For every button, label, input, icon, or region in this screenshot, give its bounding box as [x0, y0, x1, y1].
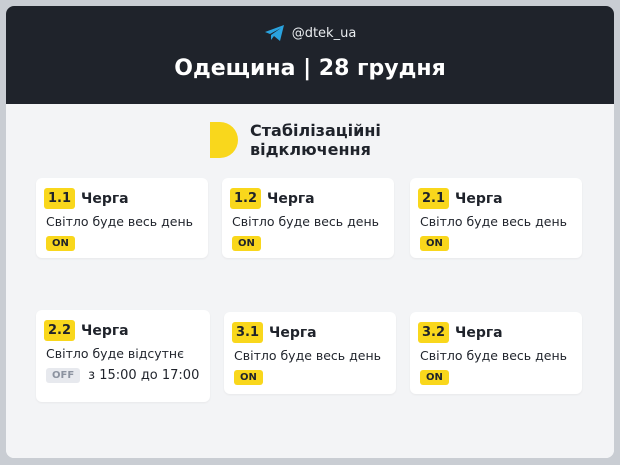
status-badge: ON	[232, 236, 261, 251]
queue-label: Черга	[455, 324, 503, 341]
header: @dtek_ua Одещина | 28 грудня	[6, 6, 614, 104]
brand-line-2: відключення	[250, 140, 371, 159]
queue-number: 2.2	[44, 320, 76, 341]
channel-handle-row: @dtek_ua	[6, 24, 614, 42]
queue-number: 3.2	[418, 322, 450, 343]
queue-tile-1-1: 1.1 Черга Світло буде весь день ON	[36, 178, 208, 258]
telegram-icon	[264, 25, 284, 41]
status-text: Світло буде відсутнє	[46, 346, 184, 361]
queue-tile-2-2: 2.2 Черга Світло буде відсутнє OFF з 15:…	[36, 310, 210, 402]
status-text: Світло буде весь день	[46, 214, 194, 229]
queue-label: Черга	[455, 190, 503, 207]
brand-line-1: Стабілізаційні	[250, 121, 381, 140]
status-badge: ON	[420, 236, 449, 251]
queue-tile-3-2: 3.2 Черга Світло буде весь день ON	[410, 312, 582, 394]
page-title: Одещина | 28 грудня	[174, 56, 446, 81]
queue-label: Черга	[81, 190, 129, 207]
queue-number: 2.1	[418, 188, 450, 209]
status-text: Світло буде весь день	[234, 348, 382, 363]
queue-tile-3-1: 3.1 Черга Світло буде весь день ON	[224, 312, 396, 394]
dtek-logo-icon	[210, 122, 238, 158]
queue-label: Черга	[267, 190, 315, 207]
status-badge: ON	[420, 370, 449, 385]
status-badge: ON	[46, 236, 75, 251]
status-text: Світло буде весь день	[420, 214, 568, 229]
queue-number: 1.1	[44, 188, 76, 209]
channel-handle[interactable]: @dtek_ua	[292, 26, 357, 41]
status-badge: OFF	[46, 368, 81, 383]
outage-time-range: з 15:00 до 17:00	[88, 368, 200, 383]
queue-tile-1-2: 1.2 Черга Світло буде весь день ON	[222, 178, 394, 258]
queue-label: Черга	[81, 322, 129, 339]
queue-number: 3.1	[232, 322, 264, 343]
status-badge: ON	[234, 370, 263, 385]
schedule-card: @dtek_ua Одещина | 28 грудня Стабілізаці…	[6, 6, 614, 458]
status-text: Світло буде весь день	[420, 348, 568, 363]
schedule-body: Стабілізаційні відключення 1.1 Черга Сві…	[6, 104, 614, 458]
status-text: Світло буде весь день	[232, 214, 380, 229]
queue-number: 1.2	[230, 188, 262, 209]
queue-tile-2-1: 2.1 Черга Світло буде весь день ON	[410, 178, 582, 258]
brand: Стабілізаційні відключення	[206, 120, 381, 160]
queue-label: Черга	[269, 324, 317, 341]
